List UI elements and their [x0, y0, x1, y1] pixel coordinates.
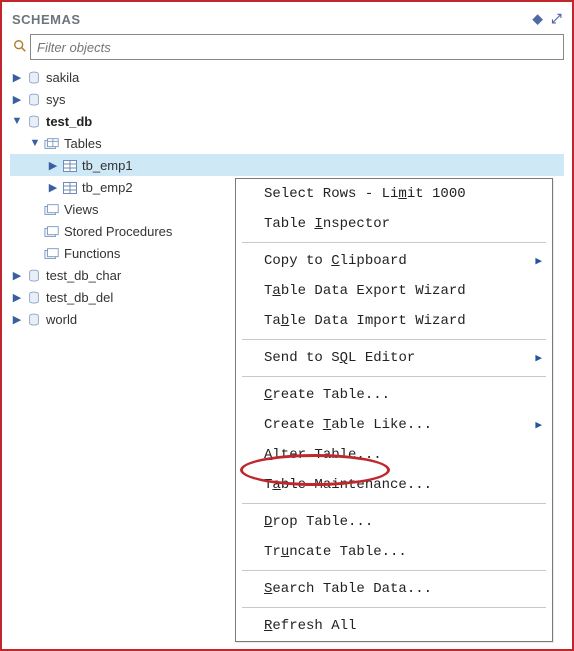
context-menu-item-label: Create Table Like...	[264, 417, 432, 433]
context-menu-item-label: Create Table...	[264, 387, 390, 403]
context-menu-item[interactable]: Search Table Data...	[236, 574, 552, 604]
folder-node-tables[interactable]: ▼ Tables	[10, 132, 564, 154]
collapse-icon[interactable]: ▼	[10, 115, 24, 127]
context-menu-separator	[242, 570, 546, 571]
context-menu-item[interactable]: Create Table Like... ▶	[236, 410, 552, 440]
context-menu-item-label: Alter Table...	[264, 447, 382, 463]
context-menu-item[interactable]: Copy to Clipboard ▶	[236, 246, 552, 276]
context-menu-item[interactable]: Refresh All	[236, 611, 552, 641]
context-menu-item-label: Truncate Table...	[264, 544, 407, 560]
context-menu-separator	[242, 242, 546, 243]
table-node-tb_emp1[interactable]: ▶ tb_emp1	[10, 154, 564, 176]
schema-node-test_db[interactable]: ▼ test_db	[10, 110, 564, 132]
node-label: Functions	[62, 246, 120, 261]
context-menu-item-label: Drop Table...	[264, 514, 373, 530]
context-menu-item-label: Table Data Export Wizard	[264, 283, 466, 299]
context-menu-item[interactable]: Drop Table...	[236, 507, 552, 537]
context-menu-separator	[242, 376, 546, 377]
database-icon	[24, 267, 44, 283]
database-icon	[24, 311, 44, 327]
context-menu-item[interactable]: Create Table...	[236, 380, 552, 410]
context-menu-item-label: Select Rows - Limit 1000	[264, 186, 466, 202]
collapse-icon[interactable]: ▼	[28, 137, 42, 149]
submenu-arrow-icon: ▶	[535, 418, 542, 432]
expand-icon[interactable]: ▶	[10, 313, 24, 326]
expand-icon[interactable]: ▶	[10, 269, 24, 282]
expand-icon[interactable]: ▶	[10, 93, 24, 106]
filter-objects-input[interactable]	[30, 34, 564, 60]
maximize-icon[interactable]: ⤢	[551, 11, 562, 27]
node-label: Stored Procedures	[62, 224, 172, 239]
node-label: world	[44, 312, 77, 327]
panel-header: SCHEMAS ◆ ⤢	[10, 8, 564, 30]
context-menu-item[interactable]: Table Maintenance...	[236, 470, 552, 500]
node-label: test_db	[44, 114, 92, 129]
search-icon	[10, 39, 30, 56]
views-folder-icon	[42, 201, 62, 217]
context-menu-item[interactable]: Alter Table...	[236, 440, 552, 470]
submenu-arrow-icon: ▶	[535, 351, 542, 365]
context-menu-item[interactable]: Select Rows - Limit 1000	[236, 179, 552, 209]
context-menu-item-label: Copy to Clipboard	[264, 253, 407, 269]
node-label: tb_emp1	[80, 158, 133, 173]
table-context-menu: Select Rows - Limit 1000 Table Inspector C…	[235, 178, 553, 642]
context-menu-item-label: Table Inspector	[264, 216, 390, 232]
context-menu-separator	[242, 503, 546, 504]
context-menu-item-label: Search Table Data...	[264, 581, 432, 597]
database-icon	[24, 289, 44, 305]
expand-icon[interactable]: ▶	[10, 291, 24, 304]
schema-node-sys[interactable]: ▶ sys	[10, 88, 564, 110]
node-label: Views	[62, 202, 98, 217]
tables-folder-icon	[42, 135, 62, 151]
database-icon	[24, 69, 44, 85]
show-details-icon[interactable]: ◆	[533, 11, 544, 27]
node-label: sakila	[44, 70, 79, 85]
expand-icon[interactable]: ▶	[46, 159, 60, 172]
context-menu-item[interactable]: Table Data Import Wizard	[236, 306, 552, 336]
node-label: test_db_char	[44, 268, 121, 283]
panel-title: SCHEMAS	[12, 12, 533, 27]
node-label: tb_emp2	[80, 180, 133, 195]
table-icon	[60, 157, 80, 173]
context-menu-item[interactable]: Table Inspector	[236, 209, 552, 239]
context-menu-item[interactable]: Truncate Table...	[236, 537, 552, 567]
context-menu-item-label: Table Maintenance...	[264, 477, 432, 493]
node-label: test_db_del	[44, 290, 113, 305]
node-label: sys	[44, 92, 66, 107]
schemas-panel: { "header": { "title": "SCHEMAS" }, "sea…	[10, 8, 564, 643]
context-menu-item-label: Send to SQL Editor	[264, 350, 415, 366]
submenu-arrow-icon: ▶	[535, 254, 542, 268]
node-label: Tables	[62, 136, 102, 151]
database-icon	[24, 113, 44, 129]
functions-folder-icon	[42, 245, 62, 261]
context-menu-item-label: Refresh All	[264, 618, 356, 634]
context-menu-separator	[242, 339, 546, 340]
context-menu-item[interactable]: Table Data Export Wizard	[236, 276, 552, 306]
context-menu-item-label: Table Data Import Wizard	[264, 313, 466, 329]
schema-node-sakila[interactable]: ▶ sakila	[10, 66, 564, 88]
expand-icon[interactable]: ▶	[10, 71, 24, 84]
context-menu-separator	[242, 607, 546, 608]
table-icon	[60, 179, 80, 195]
expand-icon[interactable]: ▶	[46, 181, 60, 194]
database-icon	[24, 91, 44, 107]
procedures-folder-icon	[42, 223, 62, 239]
context-menu-item[interactable]: Send to SQL Editor ▶	[236, 343, 552, 373]
